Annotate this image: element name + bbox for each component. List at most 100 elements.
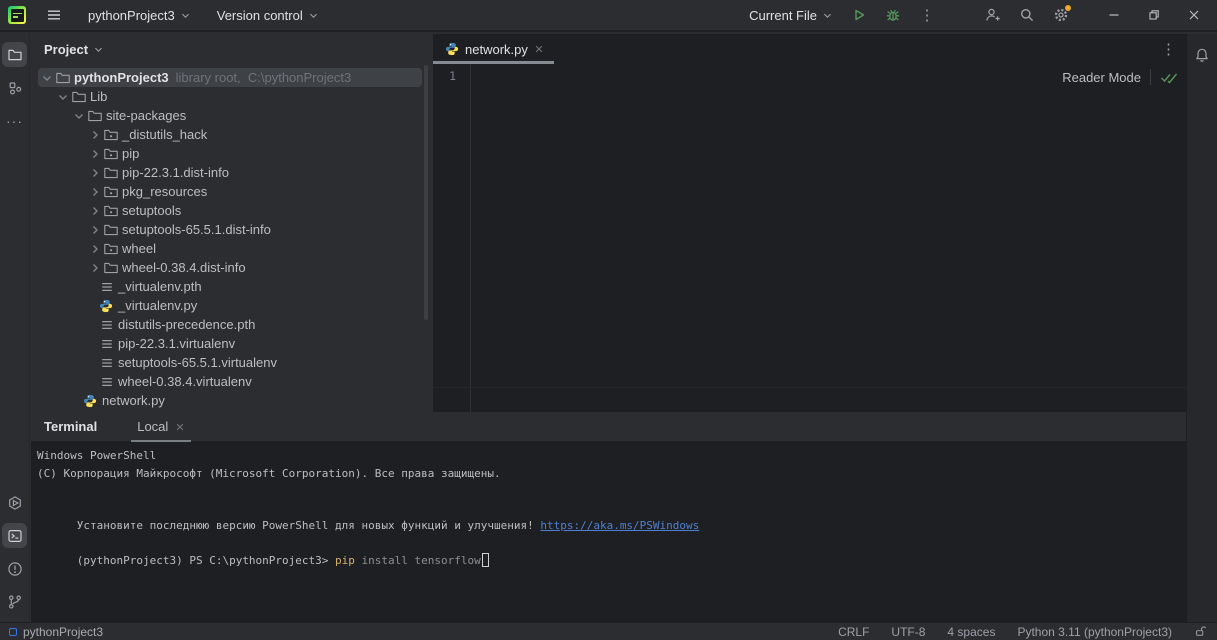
folder-icon (103, 165, 120, 181)
project-selector[interactable]: pythonProject3 (82, 4, 197, 27)
services-toolwindow-button[interactable] (2, 490, 27, 515)
run-config-selector[interactable]: Current File (743, 4, 839, 27)
tree-item-setuptools-dist-info[interactable]: setuptools-65.5.1.dist-info (31, 220, 433, 239)
chevron-collapsed-icon[interactable] (87, 146, 103, 162)
vcs-selector-label: Version control (217, 8, 303, 23)
tree-item-distutils-precedence-pth[interactable]: distutils-precedence.pth (31, 315, 433, 334)
tree-item-pip-dist-info[interactable]: pip-22.3.1.dist-info (31, 163, 433, 182)
tree-item-site-packages[interactable]: site-packages (31, 106, 433, 125)
editor-pane: network.py ⋮ 1 Reader Mode (433, 34, 1186, 412)
run-button[interactable] (845, 2, 873, 28)
tree-item-wheel-dist-info[interactable]: wheel-0.38.4.dist-info (31, 258, 433, 277)
inspections-ok-icon[interactable] (1160, 70, 1178, 84)
chevron-expanded-icon[interactable] (71, 108, 87, 124)
main-menu-button[interactable] (40, 2, 68, 28)
more-toolwindows-button[interactable]: ··· (2, 108, 27, 133)
interpreter-widget[interactable]: Python 3.11 (pythonProject3) (1017, 625, 1172, 639)
restore-button[interactable] (1137, 2, 1171, 28)
search-everywhere-button[interactable] (1013, 2, 1041, 28)
tree-item-label: pythonProject3 (74, 70, 169, 85)
editor-content[interactable]: 1 Reader Mode (433, 64, 1186, 412)
project-marker-icon (9, 628, 17, 636)
python-file-icon (83, 393, 100, 409)
terminal-notice-text: Установите последнюю версию PowerShell д… (77, 519, 541, 532)
project-tree: pythonProject3 library root, C:\pythonPr… (31, 64, 433, 410)
tab-close-icon[interactable] (175, 422, 185, 432)
tree-item-virtualenv-pth[interactable]: _virtualenv.pth (31, 277, 433, 296)
tree-item-setuptools-virtualenv[interactable]: setuptools-65.5.1.virtualenv (31, 353, 433, 372)
chevron-collapsed-icon[interactable] (87, 203, 103, 219)
bug-icon (885, 7, 901, 23)
tree-item-pythonProject3[interactable]: pythonProject3 library root, C:\pythonPr… (31, 68, 433, 87)
more-actions-button[interactable]: ⋮ (913, 2, 941, 28)
statusbar-project-widget[interactable]: pythonProject3 (0, 625, 103, 639)
project-panel-title: Project (44, 42, 88, 57)
terminal-link[interactable]: https://aka.ms/PSWindows (540, 519, 699, 532)
line-separator-widget[interactable]: CRLF (838, 625, 869, 639)
minimize-button[interactable] (1097, 2, 1131, 28)
tree-item-label: network.py (102, 393, 165, 408)
tree-item-wheel-virtualenv[interactable]: wheel-0.38.4.virtualenv (31, 372, 433, 391)
tab-close-icon[interactable] (534, 44, 544, 54)
tree-item-label: setuptools (122, 203, 181, 218)
tree-item-wheel[interactable]: wheel (31, 239, 433, 258)
tree-item-setuptools[interactable]: setuptools (31, 201, 433, 220)
tree-item-label: _virtualenv.py (118, 298, 197, 313)
close-button[interactable] (1177, 2, 1211, 28)
structure-toolwindow-button[interactable] (2, 75, 27, 100)
folder-icon (103, 222, 120, 238)
chevron-collapsed-icon[interactable] (87, 241, 103, 257)
tree-item-pip-virtualenv[interactable]: pip-22.3.1.virtualenv (31, 334, 433, 353)
services-icon (7, 495, 23, 511)
terminal-tab-local[interactable]: Local (131, 412, 191, 442)
tree-item-label: wheel (122, 241, 156, 256)
terminal-prompt-line: (pythonProject3) PS C:\pythonProject3> p… (37, 535, 1186, 553)
notifications-button[interactable] (1190, 42, 1215, 67)
terminal-cursor (482, 553, 489, 567)
tree-item-pip[interactable]: pip (31, 144, 433, 163)
hamburger-icon (46, 7, 62, 23)
chevron-collapsed-icon[interactable] (87, 222, 103, 238)
chevron-collapsed-icon[interactable] (87, 165, 103, 181)
vcs-toolwindow-button[interactable] (2, 589, 27, 614)
vcs-selector[interactable]: Version control (211, 4, 325, 27)
restore-icon (1147, 8, 1161, 22)
tree-item-Lib[interactable]: Lib (31, 87, 433, 106)
settings-notification-badge (1065, 5, 1071, 11)
tree-item-network-py[interactable]: network.py (31, 391, 433, 410)
debug-button[interactable] (879, 2, 907, 28)
pycharm-logo-icon (8, 6, 26, 24)
problems-toolwindow-button[interactable] (2, 556, 27, 581)
search-icon (1019, 7, 1035, 23)
tree-item-hint: library root, C:\pythonProject3 (176, 70, 352, 85)
project-toolwindow-button[interactable] (2, 42, 27, 67)
tree-item-label: pkg_resources (122, 184, 207, 199)
chevron-collapsed-icon[interactable] (87, 260, 103, 276)
settings-button[interactable] (1047, 2, 1075, 28)
text-file-icon (99, 336, 116, 352)
chevron-expanded-icon[interactable] (39, 70, 55, 86)
tree-item-label: pip (122, 146, 139, 161)
code-with-me-button[interactable] (979, 2, 1007, 28)
indent-widget[interactable]: 4 spaces (947, 625, 995, 639)
minimize-icon (1107, 8, 1121, 22)
tree-item-virtualenv-py[interactable]: _virtualenv.py (31, 296, 433, 315)
reader-mode-widget[interactable]: Reader Mode (1062, 69, 1178, 85)
chevron-expanded-icon[interactable] (55, 89, 71, 105)
terminal-panel-title[interactable]: Terminal (44, 419, 97, 434)
encoding-widget[interactable]: UTF-8 (891, 625, 925, 639)
terminal-output[interactable]: Windows PowerShell (C) Корпорация Майкро… (31, 442, 1186, 552)
editor-options-button[interactable]: ⋮ (1161, 40, 1186, 58)
project-panel-header[interactable]: Project (31, 34, 433, 64)
chevron-collapsed-icon[interactable] (87, 184, 103, 200)
tree-item-pkg-resources[interactable]: pkg_resources (31, 182, 433, 201)
terminal-tab-label: Local (137, 419, 168, 434)
project-panel-scrollbar[interactable] (424, 65, 428, 320)
editor-tab-network-py[interactable]: network.py (433, 34, 554, 64)
tree-item-label: wheel-0.38.4.dist-info (122, 260, 246, 275)
unlocked-icon[interactable] (1194, 625, 1207, 638)
tree-item-distutils-hack[interactable]: _distutils_hack (31, 125, 433, 144)
chevron-collapsed-icon[interactable] (87, 127, 103, 143)
project-selector-label: pythonProject3 (88, 8, 175, 23)
terminal-toolwindow-button[interactable] (2, 523, 27, 548)
